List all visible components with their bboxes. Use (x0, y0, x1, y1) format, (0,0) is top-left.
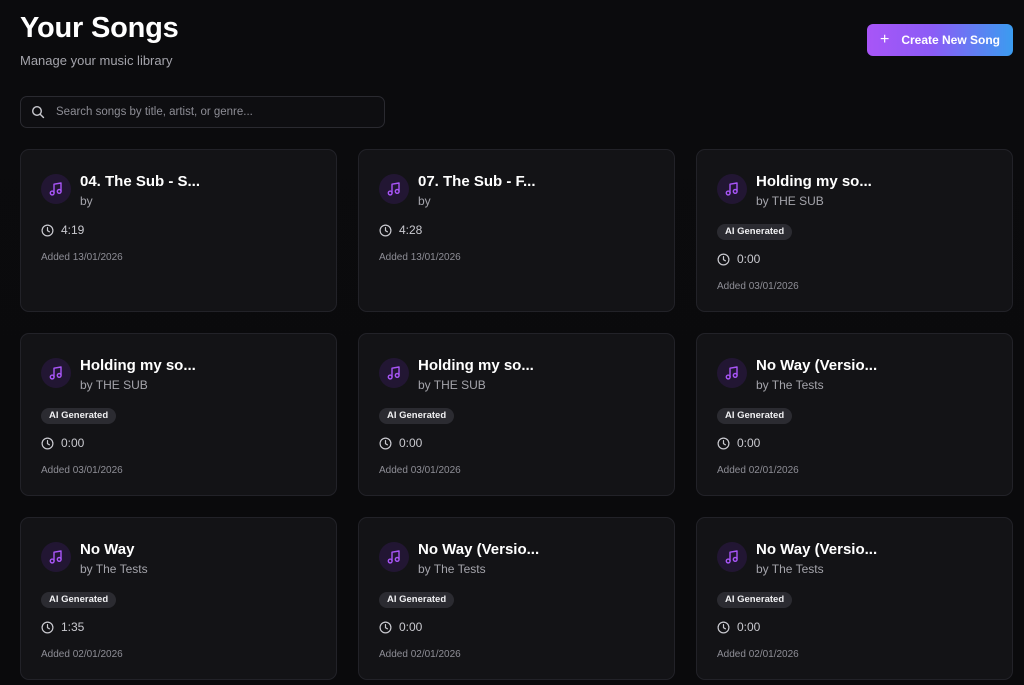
song-duration: 0:00 (717, 252, 760, 266)
duration-text: 0:00 (399, 620, 423, 634)
music-note-icon (379, 542, 409, 572)
music-note-icon (41, 174, 71, 204)
duration-text: 0:00 (399, 436, 423, 450)
song-duration: 1:35 (41, 620, 84, 634)
ai-generated-badge: AI Generated (379, 592, 455, 608)
page-title: Your Songs (20, 12, 179, 44)
duration-text: 0:00 (61, 436, 85, 450)
song-title: 07. The Sub - F... (418, 173, 536, 190)
create-new-song-label: Create New Song (901, 33, 1001, 47)
song-card[interactable]: Holding my so... by THE SUB AI Generated… (20, 333, 337, 496)
added-date: Added 13/01/2026 (41, 252, 123, 263)
song-artist: by The Tests (418, 562, 486, 576)
ai-generated-badge: AI Generated (717, 224, 793, 240)
clock-icon (379, 223, 392, 237)
clock-icon (379, 436, 392, 450)
song-title: No Way (Versio... (756, 357, 878, 374)
song-card[interactable]: 07. The Sub - F... by 4:28 Added 13/01/2… (358, 149, 675, 312)
song-title: Holding my so... (80, 357, 196, 374)
song-artist: by THE SUB (80, 378, 148, 392)
search-bar[interactable] (20, 96, 385, 128)
song-artist: by THE SUB (418, 378, 486, 392)
song-card[interactable]: 04. The Sub - S... by 4:19 Added 13/01/2… (20, 149, 337, 312)
song-card[interactable]: No Way (Versio... by The Tests AI Genera… (358, 517, 675, 680)
song-title: No Way (80, 541, 135, 558)
song-duration: 0:00 (379, 436, 422, 450)
clock-icon (717, 620, 730, 634)
added-date: Added 02/01/2026 (717, 465, 799, 476)
song-duration: 0:00 (41, 436, 84, 450)
song-artist: by (418, 194, 431, 208)
song-card[interactable]: No Way (Versio... by The Tests AI Genera… (696, 333, 1013, 496)
song-duration: 0:00 (379, 620, 422, 634)
ai-generated-badge: AI Generated (379, 408, 455, 424)
search-icon (31, 105, 45, 119)
clock-icon (41, 436, 54, 450)
music-note-icon (379, 174, 409, 204)
song-card[interactable]: No Way (Versio... by The Tests AI Genera… (696, 517, 1013, 680)
song-card[interactable]: Holding my so... by THE SUB AI Generated… (696, 149, 1013, 312)
ai-generated-badge: AI Generated (717, 408, 793, 424)
added-date: Added 03/01/2026 (41, 465, 123, 476)
clock-icon (717, 252, 730, 266)
song-card[interactable]: Holding my so... by THE SUB AI Generated… (358, 333, 675, 496)
duration-text: 0:00 (737, 620, 761, 634)
song-duration: 4:19 (41, 223, 84, 237)
song-duration: 4:28 (379, 223, 422, 237)
song-artist: by (80, 194, 93, 208)
added-date: Added 02/01/2026 (41, 649, 123, 660)
page-subtitle: Manage your music library (20, 53, 173, 68)
duration-text: 4:19 (61, 223, 85, 237)
songs-page: Your Songs Manage your music library + C… (0, 0, 1024, 685)
duration-text: 0:00 (737, 252, 761, 266)
song-duration: 0:00 (717, 620, 760, 634)
song-card[interactable]: No Way by The Tests AI Generated 1:35 Ad… (20, 517, 337, 680)
song-title: No Way (Versio... (418, 541, 540, 558)
music-note-icon (717, 174, 747, 204)
song-artist: by The Tests (80, 562, 148, 576)
added-date: Added 13/01/2026 (379, 252, 461, 263)
ai-generated-badge: AI Generated (717, 592, 793, 608)
duration-text: 0:00 (737, 436, 761, 450)
create-new-song-button[interactable]: + Create New Song (867, 24, 1013, 56)
duration-text: 4:28 (399, 223, 423, 237)
music-note-icon (379, 358, 409, 388)
song-title: No Way (Versio... (756, 541, 878, 558)
ai-generated-badge: AI Generated (41, 592, 117, 608)
clock-icon (41, 620, 54, 634)
music-note-icon (717, 542, 747, 572)
music-note-icon (717, 358, 747, 388)
song-artist: by The Tests (756, 562, 824, 576)
song-duration: 0:00 (717, 436, 760, 450)
song-artist: by The Tests (756, 378, 824, 392)
added-date: Added 02/01/2026 (717, 649, 799, 660)
music-note-icon (41, 358, 71, 388)
song-title: Holding my so... (756, 173, 872, 190)
search-input[interactable] (54, 105, 374, 119)
song-title: 04. The Sub - S... (80, 173, 201, 190)
added-date: Added 03/01/2026 (717, 281, 799, 292)
song-grid: 04. The Sub - S... by 4:19 Added 13/01/2… (20, 149, 1013, 680)
added-date: Added 03/01/2026 (379, 465, 461, 476)
song-artist: by THE SUB (756, 194, 824, 208)
ai-generated-badge: AI Generated (41, 408, 117, 424)
music-note-icon (41, 542, 71, 572)
duration-text: 1:35 (61, 620, 85, 634)
added-date: Added 02/01/2026 (379, 649, 461, 660)
plus-icon: + (879, 31, 890, 48)
song-title: Holding my so... (418, 357, 534, 374)
clock-icon (717, 436, 730, 450)
clock-icon (379, 620, 392, 634)
clock-icon (41, 223, 54, 237)
